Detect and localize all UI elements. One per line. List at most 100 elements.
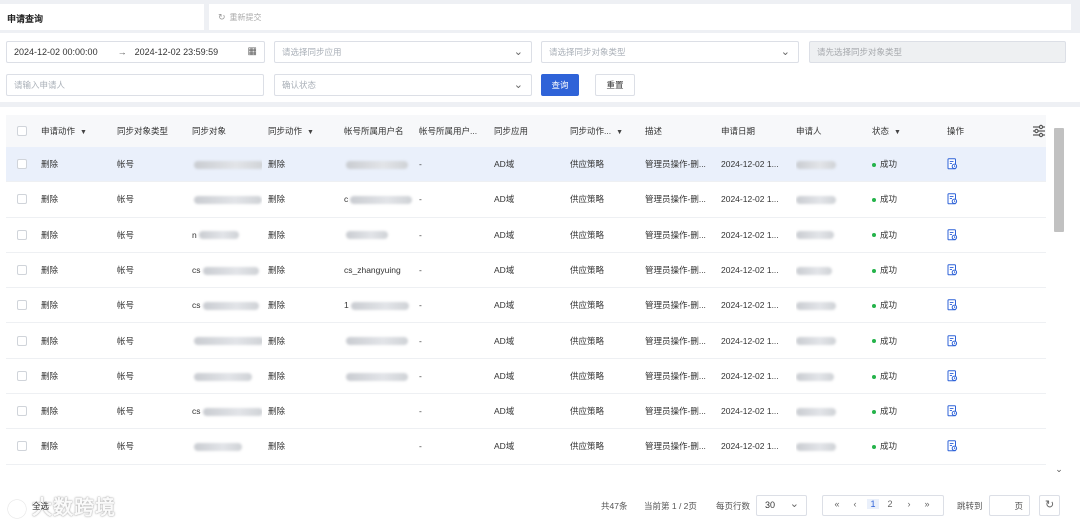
redacted-blur [350, 196, 413, 205]
tab-bar: 申请查询 ↻ 重新提交 [0, 0, 1080, 33]
chevron-down-icon: ⌄ [513, 46, 523, 58]
page-2-button[interactable]: 2 [884, 499, 896, 509]
prev-page-button[interactable]: ‹ [849, 499, 861, 509]
row-checkbox[interactable] [17, 300, 27, 311]
redacted-blur [796, 443, 836, 452]
select-all-label[interactable]: 全选 [32, 500, 49, 512]
col-sync-action[interactable]: 同步动作 ▼ [268, 115, 314, 147]
cell-account-user: - [419, 441, 422, 452]
cell-apply-date: 2024-12-02 1... [721, 229, 779, 240]
col-sync-action-2[interactable]: 同步动作... ▼ [570, 115, 623, 147]
view-detail-icon[interactable] [947, 440, 958, 452]
redacted-blur [796, 301, 836, 310]
sync-app-select[interactable]: 请选择同步应用 ⌄ [274, 41, 532, 63]
tab-application-query[interactable]: 申请查询 [0, 4, 204, 30]
row-checkbox[interactable] [17, 370, 27, 381]
cell-account-username: 1 [344, 288, 414, 322]
redacted-blur [194, 160, 262, 169]
col-label: 申请动作 [41, 126, 76, 136]
first-page-button[interactable]: « [831, 499, 843, 509]
redacted-blur [796, 231, 834, 240]
reset-button[interactable]: 重置 [595, 74, 635, 96]
table-row[interactable]: 删除 帐号 删除 - AD域 供应策略 管理员操作-删... 2024-12-02 1... 成… [6, 429, 1046, 465]
cell-apply-date: 2024-12-02 1... [721, 300, 779, 311]
table-row[interactable]: 删除 帐号 删除 - AD域 供应策略 管理员操作-删... 2024-12-02 1... 成… [6, 359, 1046, 395]
cell-object [192, 182, 262, 216]
row-checkbox[interactable] [17, 194, 27, 205]
table-row[interactable]: 删除 帐号 删除 - AD域 供应策略 管理员操作-删... 2024-12-02 1... 成… [6, 324, 1046, 359]
col-status[interactable]: 状态 ▼ [872, 115, 901, 147]
cell-applicant [796, 394, 866, 428]
cell-object-type: 帐号 [117, 300, 135, 311]
filter-icon[interactable]: ▼ [616, 129, 623, 136]
cell-description: 管理员操作-删... [645, 441, 706, 452]
sync-object-select-disabled: 请先选择同步对象类型 [809, 41, 1066, 63]
row-checkbox[interactable] [17, 335, 27, 346]
tab-resubmit[interactable]: ↻ 重新提交 [209, 4, 1071, 30]
view-detail-icon[interactable] [947, 370, 958, 382]
view-detail-icon[interactable] [947, 264, 958, 276]
row-checkbox[interactable] [17, 264, 27, 275]
view-detail-icon[interactable] [947, 158, 958, 170]
page-1-button[interactable]: 1 [867, 499, 879, 509]
refresh-button[interactable]: ↻ [1039, 495, 1060, 516]
sync-app-placeholder: 请选择同步应用 [282, 47, 342, 57]
cell-object: cs [192, 288, 262, 322]
table-header: 申请动作 ▼ 同步对象类型 同步对象 同步动作 ▼ 帐号所属用户名 帐号所属用户..… [6, 115, 1046, 147]
cell-object-text: cs [192, 406, 201, 417]
redacted-blur [350, 301, 409, 310]
cell-object-type: 帐号 [117, 194, 135, 205]
status-text: 成功 [880, 194, 898, 205]
table-row[interactable]: 删除 帐号 cs 删除 1 - AD域 供应策略 管理员操作-删... 2024-12-02 1.… [6, 288, 1046, 324]
confirm-status-select[interactable]: 确认状态 ⌄ [274, 74, 532, 96]
table-row[interactable]: 删除 帐号 cs 删除 - AD域 供应策略 管理员操作-删... 2024-12-02 1..… [6, 394, 1046, 430]
sync-object-type-select[interactable]: 请选择同步对象类型 ⌄ [541, 41, 799, 63]
cell-applicant [796, 288, 866, 322]
cell-applicant [796, 253, 866, 287]
jump-page-input[interactable]: 页 [989, 495, 1030, 516]
row-checkbox[interactable] [17, 229, 27, 240]
date-range-picker[interactable]: 2024-12-02 00:00:00 → 2024-12-02 23:59:5… [6, 41, 265, 63]
table-row[interactable]: 删除 帐号 n 删除 - AD域 供应策略 管理员操作-删... 2024-12-02 1...… [6, 218, 1046, 253]
row-checkbox[interactable] [17, 159, 27, 169]
row-checkbox[interactable] [17, 406, 27, 417]
table-row[interactable]: 删除 帐号 删除 c - AD域 供应策略 管理员操作-删... 2024-12-02 1...… [6, 182, 1046, 218]
scroll-down-arrow-icon[interactable]: ⌄ [1054, 464, 1064, 474]
cell-status: 成功 [872, 359, 897, 393]
cell-object-type: 帐号 [117, 229, 135, 240]
col-apply-action[interactable]: 申请动作 ▼ [41, 115, 87, 147]
cell-description: 管理员操作-删... [645, 264, 706, 275]
cell-description: 管理员操作-删... [645, 370, 706, 381]
cell-account-username [344, 147, 414, 181]
row-checkbox[interactable] [17, 441, 27, 452]
applicant-input[interactable]: 请输入申请人 [6, 74, 264, 96]
last-page-button[interactable]: » [921, 499, 933, 509]
scrollbar-thumb[interactable] [1054, 128, 1064, 232]
view-detail-icon[interactable] [947, 193, 958, 205]
cell-sync-action-2: 供应策略 [570, 406, 605, 417]
col-operation: 操作 [947, 126, 965, 136]
view-detail-icon[interactable] [947, 405, 958, 417]
page-size-select[interactable]: 30 ⌄ [756, 495, 807, 516]
filter-icon[interactable]: ▼ [307, 129, 314, 136]
query-button[interactable]: 查询 [541, 74, 579, 96]
column-settings-icon[interactable] [1032, 124, 1046, 138]
filter-icon[interactable]: ▼ [80, 129, 87, 136]
view-detail-icon[interactable] [947, 299, 958, 311]
filter-icon[interactable]: ▼ [894, 129, 901, 136]
table-row[interactable]: 删除 帐号 删除 - AD域 供应策略 管理员操作-删... 2024-12-02 1... 成… [6, 147, 1046, 183]
status-text: 成功 [880, 300, 898, 311]
select-all-checkbox[interactable] [17, 126, 27, 136]
table-row[interactable]: 删除 帐号 cs 删除 cs_zhangyuing - AD域 供应策略 管理员操作-删... 2… [6, 253, 1046, 289]
next-page-button[interactable]: › [903, 499, 915, 509]
status-text: 成功 [880, 159, 898, 169]
col-label: 同步动作 [268, 126, 303, 136]
page-unit: 页 [1014, 501, 1023, 511]
view-detail-icon[interactable] [947, 228, 958, 241]
cell-applicant [796, 429, 866, 463]
cell-apply-action: 删除 [41, 229, 59, 240]
status-success-dot [872, 268, 876, 273]
view-detail-icon[interactable] [947, 334, 958, 347]
status-success-dot [872, 445, 876, 450]
cell-description: 管理员操作-删... [645, 300, 706, 311]
